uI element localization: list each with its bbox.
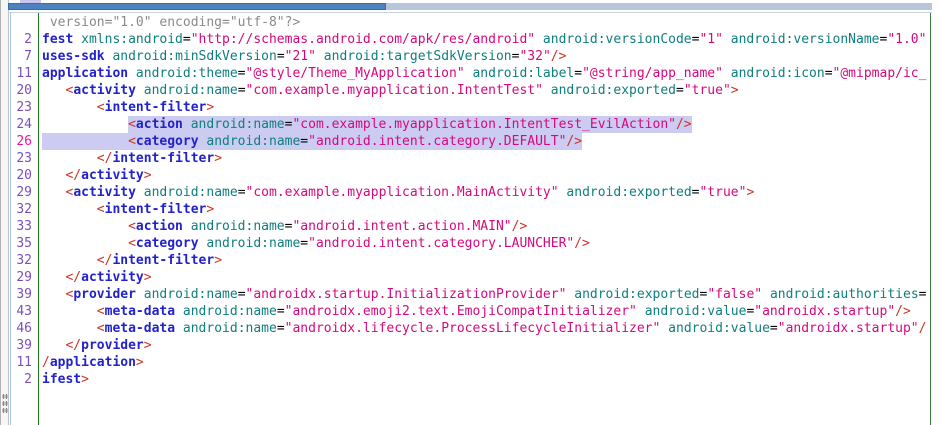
line-number: 20: [11, 82, 32, 99]
code-line[interactable]: 32 </intent-filter>: [11, 252, 931, 269]
code-text: </activity>: [32, 167, 152, 184]
code-line[interactable]: 2fest xmlns:android="http://schemas.andr…: [11, 31, 931, 48]
code-line[interactable]: 23 <intent-filter>: [11, 99, 931, 116]
code-text: ifest>: [32, 371, 89, 388]
code-line[interactable]: 43 <meta-data android:name="androidx.emo…: [11, 303, 931, 320]
line-number: 32: [11, 252, 32, 269]
line-number: 29: [11, 269, 32, 286]
line-number: 32: [11, 201, 32, 218]
line-number: 23: [11, 99, 32, 116]
line-number: 29: [11, 184, 32, 201]
line-number: 23: [11, 150, 32, 167]
code-text: <activity android:name="com.example.myap…: [32, 184, 754, 201]
line-number: 7: [11, 48, 32, 65]
line-number: 43: [11, 303, 32, 320]
right-margin-rule: [930, 13, 931, 425]
code-text: version="1.0" encoding="utf-8"?>: [32, 14, 300, 31]
code-line[interactable]: 29 </activity>: [11, 269, 931, 286]
line-number: 39: [11, 286, 32, 303]
line-number: 46: [11, 320, 32, 337]
code-line[interactable]: 7uses-sdk android:minSdkVersion="21" and…: [11, 48, 931, 65]
code-text: uses-sdk android:minSdkVersion="21" andr…: [32, 48, 566, 65]
line-number: 39: [11, 337, 32, 354]
splitter-bar[interactable]: [0, 0, 9, 425]
line-number: 2: [11, 371, 32, 388]
code-line[interactable]: 46 <meta-data android:name="androidx.lif…: [11, 320, 931, 337]
line-number: 35: [11, 235, 32, 252]
code-text: </intent-filter>: [32, 252, 222, 269]
code-text: fest xmlns:android="http://schemas.andro…: [32, 31, 926, 48]
code-line[interactable]: 20 <activity android:name="com.example.m…: [11, 82, 931, 99]
code-text: <action android:name="android.intent.act…: [32, 218, 527, 235]
code-text: </intent-filter>: [32, 150, 222, 167]
code-line[interactable]: 33 <action android:name="android.intent.…: [11, 218, 931, 235]
selection-highlight: <category android:name="android.intent.c…: [42, 133, 582, 150]
code-text: <activity android:name="com.example.myap…: [32, 82, 739, 99]
code-line[interactable]: 39 </provider>: [11, 337, 931, 354]
code-text: <meta-data android:name="androidx.lifecy…: [32, 320, 926, 337]
code-text: <provider android:name="androidx.startup…: [32, 286, 926, 303]
code-text: <action android:name="com.example.myappl…: [32, 116, 692, 133]
code-text: <category android:name="android.intent.c…: [32, 235, 590, 252]
code-line[interactable]: 20 </activity>: [11, 167, 931, 184]
code-lines: version="1.0" encoding="utf-8"?>2fest xm…: [11, 14, 931, 388]
code-line[interactable]: 11application android:theme="@style/Them…: [11, 65, 931, 82]
line-number: 24: [11, 116, 32, 133]
line-number: 26: [11, 133, 32, 150]
code-line[interactable]: 11/application>: [11, 354, 931, 371]
line-number: 20: [11, 167, 32, 184]
code-text: <intent-filter>: [32, 201, 214, 218]
line-number: [11, 14, 32, 31]
line-number: 11: [11, 65, 32, 82]
code-line[interactable]: 35 <category android:name="android.inten…: [11, 235, 931, 252]
code-line[interactable]: 29 <activity android:name="com.example.m…: [11, 184, 931, 201]
line-number: 33: [11, 218, 32, 235]
code-editor[interactable]: version="1.0" encoding="utf-8"?>2fest xm…: [11, 13, 931, 425]
code-line[interactable]: 26 <category android:name="android.inten…: [11, 133, 931, 150]
selection-highlight: <action android:name="com.example.myappl…: [128, 116, 692, 133]
code-text: <meta-data android:name="androidx.emoji2…: [32, 303, 911, 320]
line-number: 2: [11, 31, 32, 48]
splitter-grip-icon[interactable]: [2, 393, 8, 415]
code-line[interactable]: 23 </intent-filter>: [11, 150, 931, 167]
code-line[interactable]: 32 <intent-filter>: [11, 201, 931, 218]
horizontal-scrollbar[interactable]: [8, 3, 932, 10]
code-line[interactable]: 2ifest>: [11, 371, 931, 388]
code-text: </provider>: [32, 337, 152, 354]
code-line[interactable]: version="1.0" encoding="utf-8"?>: [11, 14, 931, 31]
code-text: application android:theme="@style/Theme_…: [32, 65, 926, 82]
xml-viewer-screen: version="1.0" encoding="utf-8"?>2fest xm…: [0, 0, 941, 425]
code-text: </activity>: [32, 269, 152, 286]
code-text: <category android:name="android.intent.c…: [32, 133, 582, 150]
code-text: <intent-filter>: [32, 99, 214, 116]
code-text: /application>: [32, 354, 144, 371]
line-number: 11: [11, 354, 32, 371]
code-line[interactable]: 39 <provider android:name="androidx.star…: [11, 286, 931, 303]
code-line[interactable]: 24 <action android:name="com.example.mya…: [11, 116, 931, 133]
horizontal-scrollbar-thumb[interactable]: [8, 3, 386, 10]
